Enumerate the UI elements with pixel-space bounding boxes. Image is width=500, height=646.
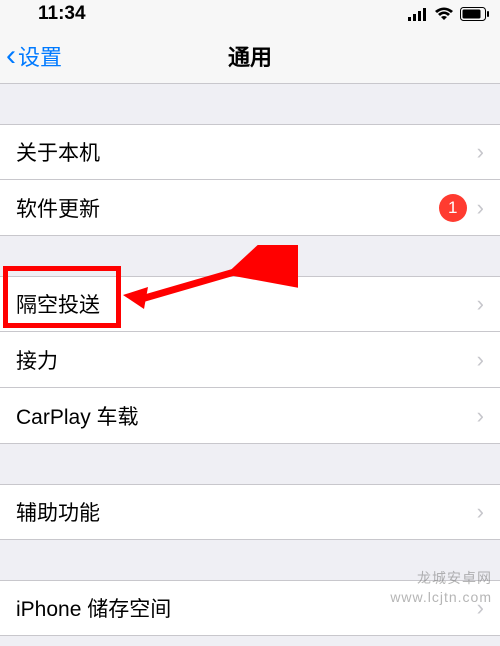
cell-label: 接力 [16,345,467,375]
chevron-right-icon: › [477,347,484,373]
battery-icon [460,7,490,21]
chevron-right-icon: › [477,195,484,221]
update-badge: 1 [439,194,467,222]
watermark-line2: www.lcjtn.com [390,588,492,608]
cell-label: CarPlay 车载 [16,401,467,431]
navigation-bar: ‹ 设置 通用 [0,28,500,84]
cell-label: 软件更新 [16,193,439,223]
cell-software-update[interactable]: 软件更新 1 › [0,180,500,236]
cell-label: 辅助功能 [16,497,467,527]
chevron-right-icon: › [477,291,484,317]
back-label: 设置 [18,40,62,72]
section-3: 辅助功能 › [0,484,500,540]
chevron-right-icon: › [477,499,484,525]
signal-bars-icon [408,7,428,21]
cell-handoff[interactable]: 接力 › [0,332,500,388]
cell-label: 关于本机 [16,137,467,167]
chevron-left-icon: ‹ [6,41,16,71]
status-time: 11:34 [10,3,86,25]
chevron-right-icon: › [477,403,484,429]
cell-accessibility[interactable]: 辅助功能 › [0,484,500,540]
watermark: 龙城安卓网 www.lcjtn.com [390,569,492,608]
page-title: 通用 [0,40,500,72]
status-bar: 11:34 [0,0,500,28]
cell-label: 隔空投送 [16,289,467,319]
watermark-line1: 龙城安卓网 [390,569,492,589]
cell-about[interactable]: 关于本机 › [0,124,500,180]
chevron-right-icon: › [477,139,484,165]
section-1: 关于本机 › 软件更新 1 › [0,124,500,236]
cell-carplay[interactable]: CarPlay 车载 › [0,388,500,444]
section-2: 隔空投送 › 接力 › CarPlay 车载 › [0,276,500,444]
back-button[interactable]: ‹ 设置 [0,40,62,72]
wifi-icon [434,7,454,21]
status-indicators [408,7,490,21]
cell-airdrop[interactable]: 隔空投送 › [0,276,500,332]
